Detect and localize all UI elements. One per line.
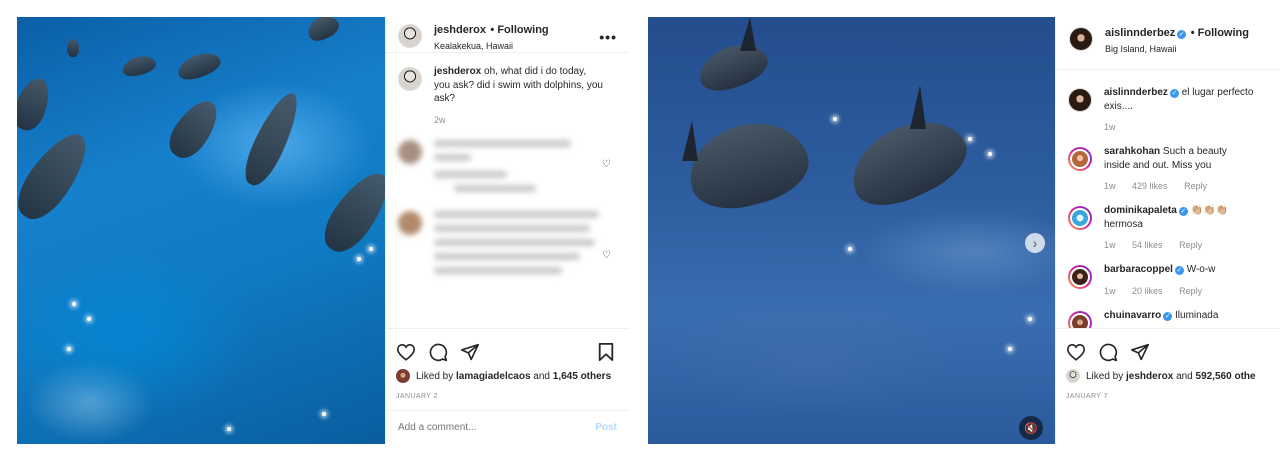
avatar[interactable] xyxy=(398,67,422,91)
likes-others-count[interactable]: 592,560 othe xyxy=(1196,371,1256,382)
likes-summary: Liked by lamagiadelcaos and 1,645 others xyxy=(396,369,619,383)
next-arrow-icon[interactable]: › xyxy=(1025,233,1045,253)
post-comment-button[interactable]: Post xyxy=(595,422,617,433)
verified-icon: ✓ xyxy=(1169,89,1179,98)
heart-icon[interactable] xyxy=(1066,343,1086,361)
verified-icon: ✓ xyxy=(1177,30,1187,40)
reply-button[interactable]: Reply xyxy=(1179,240,1202,250)
likes-summary: Liked by jeshderox and 592,560 othe xyxy=(1066,369,1270,383)
caption-time[interactable]: 2w xyxy=(434,115,446,125)
comment-like-heart-icon[interactable]: ♡ xyxy=(602,159,611,170)
caption: jeshderox oh, what did i do today, you a… xyxy=(398,65,617,126)
post-actions: Liked by jeshderox and 592,560 othe JANU… xyxy=(1056,328,1280,400)
avatar[interactable] xyxy=(398,23,422,48)
comment-username[interactable]: chuinavarro xyxy=(1104,310,1161,321)
share-icon[interactable] xyxy=(460,343,480,361)
comment-icon[interactable] xyxy=(428,342,448,362)
caption-username[interactable]: aislinnderbez xyxy=(1104,87,1168,98)
liked-by-user[interactable]: lamagiadelcaos xyxy=(456,371,530,382)
post-side-panel: aislinnderbez ✓ • Following Big Island, H… xyxy=(1055,17,1280,444)
share-icon[interactable] xyxy=(1130,343,1150,361)
comment-time[interactable]: 1w xyxy=(1104,240,1116,250)
avatar[interactable] xyxy=(1066,369,1080,383)
dolphin-fin xyxy=(740,17,756,51)
heart-icon[interactable] xyxy=(396,343,416,361)
verified-icon: ✓ xyxy=(1163,312,1173,322)
avatar[interactable] xyxy=(1068,147,1092,172)
comment-item: chuinavarro ✓ Iluminada xyxy=(1068,309,1268,328)
post-header: jeshderox • Following Kealakekua, Hawaii… xyxy=(386,19,629,52)
and-label: and xyxy=(1176,370,1193,382)
caption-time[interactable]: 1w xyxy=(1104,122,1116,132)
reply-button[interactable]: Reply xyxy=(1179,286,1202,296)
comment-icon[interactable] xyxy=(1098,342,1118,362)
caption: aislinnderbez ✓ el lugar perfecto exis...… xyxy=(1068,86,1268,133)
comment-emoji: 👏🏼👏🏼👏🏼 xyxy=(1190,205,1228,217)
post-header: aislinnderbez ✓ • Following Big Island, H… xyxy=(1056,19,1280,59)
avatar[interactable] xyxy=(1069,27,1093,51)
comment-item: dominikapaleta ✓ 👏🏼👏🏼👏🏼 hermosa 1w 54 lik… xyxy=(1068,204,1268,251)
more-options-icon[interactable]: ••• xyxy=(599,29,617,45)
likes-others-count[interactable]: 1,645 others xyxy=(553,371,611,382)
comment-text: Iluminada xyxy=(1175,310,1219,322)
comment-text: hermosa xyxy=(1104,218,1143,230)
avatar[interactable] xyxy=(1068,311,1092,328)
comment-username[interactable]: sarahkohan xyxy=(1104,146,1160,157)
mute-icon[interactable]: 🔇 xyxy=(1019,416,1043,440)
avatar[interactable] xyxy=(396,369,410,383)
liked-by-user[interactable]: jeshderox xyxy=(1126,371,1173,382)
instagram-post-right: › 🔇 aislinnderbez ✓ • Following Big Islan… xyxy=(648,17,1280,444)
comment-text: W-o-w xyxy=(1186,264,1216,276)
blurred-comment xyxy=(398,139,617,199)
comment-time[interactable]: 1w xyxy=(1104,286,1116,296)
header-username[interactable]: jeshderox xyxy=(434,24,486,36)
comments-list[interactable]: aislinnderbez ✓ el lugar perfecto exis...… xyxy=(1056,70,1280,328)
comment-username[interactable]: dominikapaleta xyxy=(1104,205,1177,216)
avatar[interactable] xyxy=(1068,88,1092,112)
dolphin xyxy=(67,39,79,57)
post-side-panel: jeshderox • Following Kealakekua, Hawaii… xyxy=(385,17,629,444)
post-date[interactable]: JANUARY 2 xyxy=(396,393,619,400)
comment-time[interactable]: 1w xyxy=(1104,181,1116,191)
verified-icon: ✓ xyxy=(1178,207,1188,217)
avatar[interactable] xyxy=(1068,206,1092,231)
comment-input[interactable] xyxy=(398,422,596,433)
bookmark-icon[interactable] xyxy=(597,342,615,367)
comment-likes[interactable]: 54 likes xyxy=(1132,240,1163,250)
instagram-post-left: jeshderox • Following Kealakekua, Hawaii… xyxy=(17,17,629,444)
and-label: and xyxy=(533,370,550,382)
verified-icon: ✓ xyxy=(1174,266,1184,276)
comment-username[interactable]: barbaracoppel xyxy=(1104,264,1173,275)
liked-by-label: Liked by xyxy=(1086,370,1124,382)
liked-by-label: Liked by xyxy=(416,370,454,382)
reply-button[interactable]: Reply xyxy=(1184,181,1207,191)
blurred-comment xyxy=(398,210,617,281)
header-username[interactable]: aislinnderbez xyxy=(1105,27,1175,39)
comment-item: barbaracoppel ✓ W-o-w 1w 20 likes Reply xyxy=(1068,263,1268,297)
dolphin-fin xyxy=(910,85,926,129)
caption-username[interactable]: jeshderox xyxy=(434,66,481,77)
post-date[interactable]: JANUARY 7 xyxy=(1066,393,1270,400)
location-label[interactable]: Kealakekua, Hawaii xyxy=(434,41,549,52)
comment-likes[interactable]: 20 likes xyxy=(1132,286,1163,296)
location-label[interactable]: Big Island, Hawaii xyxy=(1105,44,1249,55)
comment-likes[interactable]: 429 likes xyxy=(1132,181,1168,191)
following-label[interactable]: • Following xyxy=(490,24,548,36)
post-photo-dolphins-underwater[interactable] xyxy=(17,17,385,444)
add-comment-bar: Post xyxy=(386,410,629,444)
dolphin-fin xyxy=(682,121,698,161)
avatar[interactable] xyxy=(1068,265,1092,290)
following-label[interactable]: • Following xyxy=(1191,27,1249,39)
post-video-dolphins-surface[interactable]: › 🔇 xyxy=(648,17,1055,444)
comment-like-heart-icon[interactable]: ♡ xyxy=(602,250,611,261)
comments-list[interactable]: jeshderox oh, what did i do today, you a… xyxy=(386,53,629,328)
comment-item: sarahkohan Such a beauty inside and out.… xyxy=(1068,145,1268,192)
